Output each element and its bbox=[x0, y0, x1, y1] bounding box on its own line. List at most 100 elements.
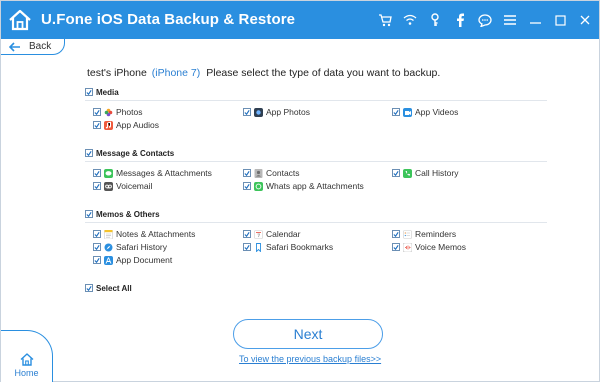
call-history-label: Call History bbox=[415, 168, 459, 178]
messages-label: Messages & Attachments bbox=[116, 168, 212, 178]
app-videos-label: App Videos bbox=[415, 107, 459, 117]
reminders-label: Reminders bbox=[415, 229, 457, 239]
select-all-checkbox[interactable] bbox=[85, 284, 93, 292]
reminders-checkbox[interactable] bbox=[392, 230, 400, 238]
photos-icon bbox=[104, 108, 113, 116]
message-contacts-checkbox[interactable] bbox=[85, 149, 93, 157]
safari-bookmarks-checkbox[interactable] bbox=[243, 243, 251, 251]
facebook-icon[interactable] bbox=[452, 12, 468, 28]
safari-icon bbox=[104, 243, 113, 251]
divider bbox=[85, 161, 547, 162]
messages-checkbox[interactable] bbox=[93, 169, 101, 177]
section-media-label: Media bbox=[96, 87, 119, 97]
reminders-icon bbox=[403, 229, 412, 239]
divider bbox=[85, 222, 547, 223]
option-reminders[interactable]: Reminders bbox=[392, 228, 456, 240]
instruction-text: Please select the type of data you want … bbox=[206, 67, 441, 79]
memos-others-checkbox[interactable] bbox=[85, 210, 93, 218]
app-photos-label: App Photos bbox=[266, 107, 310, 117]
voice-memos-label: Voice Memos bbox=[415, 242, 467, 252]
cart-icon[interactable] bbox=[377, 12, 393, 28]
section-message-label: Message & Contacts bbox=[96, 148, 175, 158]
voice-memos-icon bbox=[403, 242, 412, 252]
safari-history-checkbox[interactable] bbox=[93, 243, 101, 251]
restore-icon[interactable] bbox=[552, 12, 568, 28]
option-messages[interactable]: Messages & Attachments bbox=[93, 167, 212, 179]
notes-checkbox[interactable] bbox=[93, 230, 101, 238]
option-app-audios[interactable]: App Audios bbox=[93, 119, 159, 131]
option-app-videos[interactable]: App Videos bbox=[392, 106, 458, 118]
title-bar: U.Fone iOS Data Backup & Restore bbox=[1, 1, 599, 39]
device-name: test's iPhone bbox=[87, 67, 147, 79]
media-checkbox[interactable] bbox=[85, 88, 93, 96]
contacts-icon bbox=[254, 168, 263, 178]
device-model: (iPhone 7) bbox=[151, 67, 201, 79]
option-safari-bookmarks[interactable]: Safari Bookmarks bbox=[243, 241, 333, 253]
app-photos-checkbox[interactable] bbox=[243, 108, 251, 116]
app-audios-icon bbox=[104, 120, 113, 130]
minimize-icon[interactable] bbox=[527, 12, 543, 28]
option-app-document[interactable]: App Document bbox=[93, 254, 172, 266]
calendar-checkbox[interactable] bbox=[243, 230, 251, 238]
next-button[interactable]: Next bbox=[233, 319, 383, 349]
section-media-header[interactable]: Media bbox=[85, 87, 119, 97]
voicemail-icon bbox=[104, 181, 113, 191]
contacts-checkbox[interactable] bbox=[243, 169, 251, 177]
contacts-label: Contacts bbox=[266, 168, 300, 178]
photos-checkbox[interactable] bbox=[93, 108, 101, 116]
option-notes[interactable]: Notes & Attachments bbox=[93, 228, 195, 240]
voicemail-label: Voicemail bbox=[116, 181, 153, 191]
divider bbox=[85, 100, 547, 101]
app-document-label: App Document bbox=[116, 255, 173, 265]
back-arrow-icon bbox=[9, 41, 20, 52]
voicemail-checkbox[interactable] bbox=[93, 182, 101, 190]
back-label: Back bbox=[29, 41, 52, 52]
voice-memos-checkbox[interactable] bbox=[392, 243, 400, 251]
phone-icon bbox=[403, 168, 412, 178]
device-headline: test's iPhone (iPhone 7) Please select the… bbox=[87, 67, 440, 79]
app-videos-icon bbox=[403, 107, 412, 117]
section-memos-label: Memos & Others bbox=[96, 209, 160, 219]
select-all[interactable]: Select All bbox=[85, 282, 132, 294]
app-title: U.Fone iOS Data Backup & Restore bbox=[41, 11, 296, 28]
option-voice-memos[interactable]: Voice Memos bbox=[392, 241, 466, 253]
home-button[interactable]: Home bbox=[1, 330, 53, 382]
title-bar-controls bbox=[377, 12, 593, 28]
notes-label: Notes & Attachments bbox=[116, 229, 196, 239]
menu-icon[interactable] bbox=[502, 12, 518, 28]
calendar-label: Calendar bbox=[266, 229, 301, 239]
previous-backup-link[interactable]: To view the previous backup files>> bbox=[239, 354, 381, 364]
section-message-header[interactable]: Message & Contacts bbox=[85, 148, 174, 158]
app-videos-checkbox[interactable] bbox=[392, 108, 400, 116]
app-audios-label: App Audios bbox=[116, 120, 160, 130]
home-label: Home bbox=[14, 368, 39, 378]
back-button[interactable]: Back bbox=[1, 39, 65, 55]
bookmark-icon bbox=[256, 242, 261, 252]
photos-label: Photos bbox=[116, 107, 143, 117]
key-icon[interactable] bbox=[427, 12, 443, 28]
option-calendar[interactable]: Calendar bbox=[243, 228, 301, 240]
section-memos-header[interactable]: Memos & Others bbox=[85, 209, 160, 219]
app-document-checkbox[interactable] bbox=[93, 256, 101, 264]
option-photos[interactable]: Photos bbox=[93, 106, 142, 118]
option-whatsapp[interactable]: Whats app & Attachments bbox=[243, 180, 364, 192]
app-window: U.Fone iOS Data Backup & Restore Back te… bbox=[0, 0, 600, 382]
messages-icon bbox=[104, 168, 113, 178]
whatsapp-label: Whats app & Attachments bbox=[266, 181, 364, 191]
whatsapp-icon bbox=[254, 181, 263, 191]
app-audios-checkbox[interactable] bbox=[93, 121, 101, 129]
home-icon bbox=[20, 353, 33, 366]
chat-icon[interactable] bbox=[477, 12, 493, 28]
option-contacts[interactable]: Contacts bbox=[243, 167, 300, 179]
call-history-checkbox[interactable] bbox=[392, 169, 400, 177]
option-app-photos[interactable]: App Photos bbox=[243, 106, 310, 118]
option-call-history[interactable]: Call History bbox=[392, 167, 458, 179]
option-safari-history[interactable]: Safari History bbox=[93, 241, 167, 253]
wifi-icon[interactable] bbox=[402, 12, 418, 28]
safari-history-label: Safari History bbox=[116, 242, 168, 252]
select-all-label: Select All bbox=[96, 283, 132, 293]
whatsapp-checkbox[interactable] bbox=[243, 182, 251, 190]
option-voicemail[interactable]: Voicemail bbox=[93, 180, 152, 192]
app-photos-icon bbox=[254, 107, 263, 117]
close-icon[interactable] bbox=[577, 12, 593, 28]
